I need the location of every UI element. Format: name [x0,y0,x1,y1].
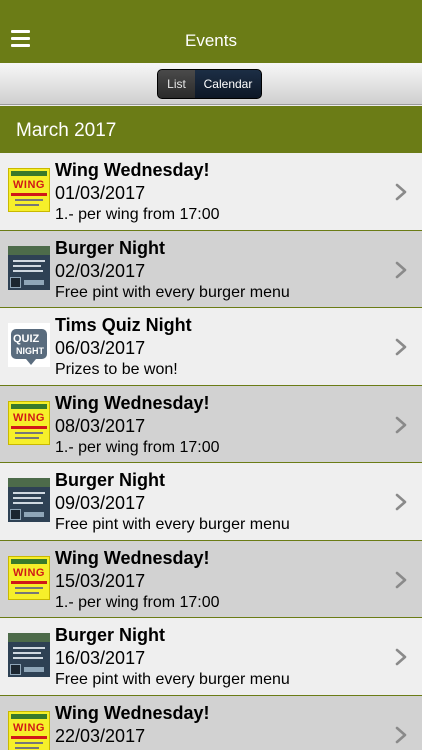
chevron-right-icon [395,571,407,588]
chevron-right-icon [395,493,407,511]
app-header: Events [0,0,422,63]
event-title: Wing Wednesday! [55,547,210,568]
event-date: 08/03/2017 [55,415,146,436]
thumb-logo-text: NIGHT [16,346,44,356]
event-title: Wing Wednesday! [55,392,210,413]
thumb-logo-text: WING [13,721,45,734]
chevron-right-icon [395,726,407,743]
view-toggle-bar: List Calendar [0,63,422,105]
event-row[interactable]: WING Wing Wednesday! 15/03/2017 1.- per win… [0,540,422,618]
event-description: Free pint with every burger menu [55,671,290,688]
event-row[interactable]: Burger Night 16/03/2017 Free pint with eve… [0,618,422,696]
thumb-logo-text: WING [13,179,45,191]
event-row[interactable]: Burger Night 02/03/2017 Free pint with eve… [0,230,422,308]
list-view-button[interactable]: List [158,70,195,98]
event-title: Tims Quiz Night [55,315,192,335]
event-thumbnail: WING [8,168,50,212]
event-title: Burger Night [55,625,165,645]
event-title: Burger Night [55,237,165,258]
event-title: Wing Wednesday! [55,702,210,723]
event-description: Free pint with every burger menu [55,283,290,301]
event-date: 02/03/2017 [55,260,146,281]
view-segmented-control: List Calendar [157,69,262,99]
chevron-right-icon [395,338,407,356]
chevron-right-icon [395,183,407,201]
event-thumbnail [8,633,50,677]
event-thumbnail [8,245,50,290]
event-date: 15/03/2017 [55,570,146,591]
event-date: 16/03/2017 [55,648,146,668]
chevron-right-icon [395,648,407,666]
event-date: 09/03/2017 [55,493,146,513]
event-thumbnail [8,478,50,522]
thumb-logo-text: WING [13,566,45,579]
event-row[interactable]: WING Wing Wednesday! 01/03/2017 1.- per win… [0,153,422,231]
page-title: Events [185,31,237,50]
event-date: 06/03/2017 [55,338,146,358]
event-thumbnail: WING [8,555,50,600]
thumb-logo-text: QUIZ [13,333,40,345]
event-description: 1.- per wing from 17:00 [55,593,220,611]
event-row[interactable]: Burger Night 09/03/2017 Free pint with eve… [0,463,422,541]
event-thumbnail: WING [8,400,50,445]
event-row[interactable]: QUIZ NIGHT Tims Quiz Night 06/03/2017 Prizes… [0,308,422,386]
chevron-right-icon [395,416,407,433]
month-section-header: March 2017 [0,106,422,153]
event-thumbnail: QUIZ NIGHT [8,323,50,367]
event-description: 1.- per wing from 17:00 [55,438,220,456]
calendar-view-button[interactable]: Calendar [195,70,261,98]
event-date: 01/03/2017 [55,183,146,203]
event-row[interactable]: WING Wing Wednesday! 08/03/2017 1.- per win… [0,385,422,463]
event-description: Prizes to be won! [55,361,178,378]
event-row[interactable]: WING Wing Wednesday! 22/03/2017 [0,695,422,750]
event-description: Free pint with every burger menu [55,516,290,533]
event-date: 22/03/2017 [55,725,146,746]
event-title: Burger Night [55,470,165,490]
event-list: WING Wing Wednesday! 01/03/2017 1.- per win… [0,153,422,750]
event-title: Wing Wednesday! [55,160,210,180]
thumb-logo-text: WING [13,411,45,424]
event-description: 1.- per wing from 17:00 [55,206,220,223]
event-thumbnail: WING [8,710,50,750]
chevron-right-icon [395,261,407,278]
